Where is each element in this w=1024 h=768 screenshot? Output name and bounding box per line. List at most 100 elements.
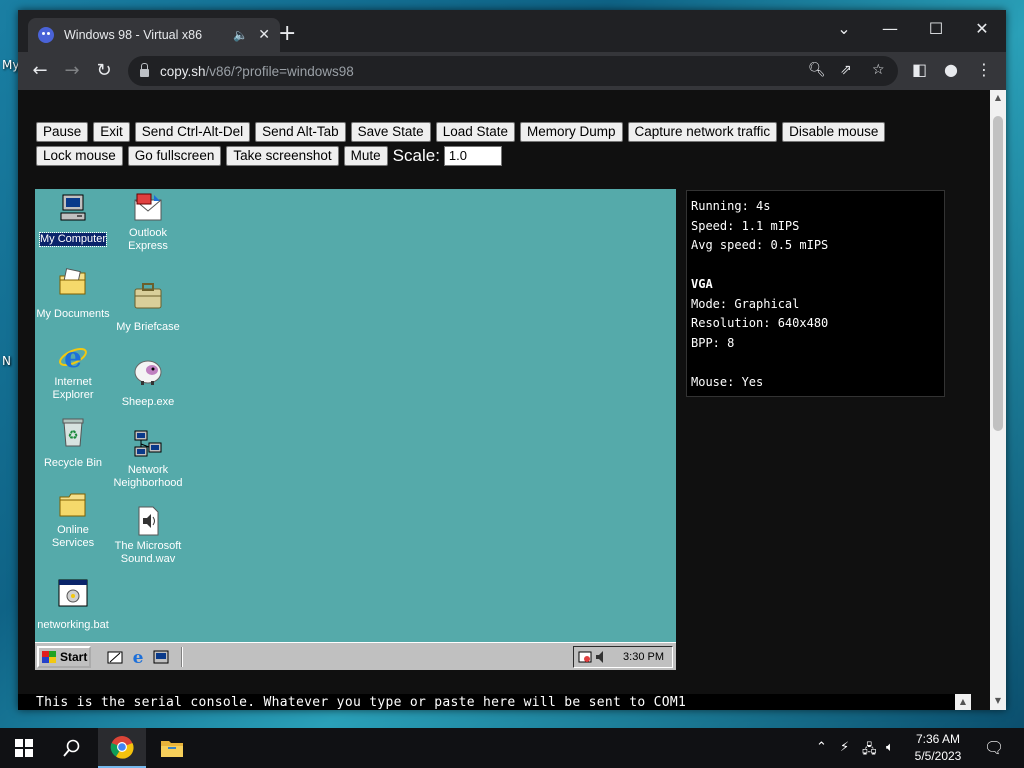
forward-arrow-icon[interactable]: → [58,58,86,84]
search-button[interactable] [48,728,96,768]
tab-title: Windows 98 - Virtual x86 [64,28,203,42]
taskbar-chrome[interactable] [98,728,146,768]
desktop-quicklaunch-icon[interactable] [106,648,124,666]
desktop-icon-internet-explorer[interactable]: e Internet Explorer [35,341,111,402]
menu-icon[interactable]: ⋮ [976,60,992,79]
stat-speed: Speed: 1.1 mIPS [691,218,800,233]
chevron-up-icon[interactable]: ⌃ [816,740,827,755]
system-tray: 3:30 PM [573,646,673,668]
volume-icon[interactable] [594,650,608,664]
os-clock[interactable]: 7:36 AM 5/5/2023 [908,731,968,765]
volume-icon[interactable]: 🔈︎ [886,740,894,755]
lock-icon[interactable] [140,63,149,77]
desktop-icon-outlook-express[interactable]: Outlook Express [110,192,186,253]
desktop-icon-label: Online Services [51,524,95,549]
pause-button[interactable]: Pause [36,121,89,142]
star-icon[interactable]: ☆ [872,62,885,78]
mute-button[interactable]: Mute [343,145,388,166]
serial-console[interactable]: This is the serial console. Whatever you… [18,694,970,710]
take-screenshot-button[interactable]: Take screenshot [226,145,339,166]
v86-favicon-icon [38,27,54,43]
load-state-button[interactable]: Load State [435,121,515,142]
reload-icon[interactable]: ↻ [90,58,118,84]
stat-vga-heading: VGA [691,277,713,291]
exit-button[interactable]: Exit [93,121,130,142]
capture-network-traffic-button[interactable]: Capture network traffic [627,121,778,142]
network-icon[interactable]: ⚡︎ [840,740,849,755]
scale-label: Scale: [392,145,440,165]
batch-file-icon [57,578,89,610]
emulator-stats-panel: Running: 4s Speed: 1.1 mIPS Avg speed: 0… [686,190,945,397]
scale-input[interactable] [443,145,502,166]
send-alt-tab-button[interactable]: Send Alt-Tab [255,121,346,142]
computer-icon [57,192,89,224]
os-taskbar: ⌃ ⚡︎ 🖧︎ 🔈︎ 7:36 AM 5/5/2023 🗨︎ [0,728,1024,768]
speaker-icon[interactable]: 🔈 [233,28,248,42]
address-bar[interactable]: copy.sh/v86/?profile=windows98 🔍︎ ⇗ ☆ [128,56,898,86]
url-host: copy.sh [160,63,206,79]
desktop-icon-label: Outlook Express [128,227,168,252]
start-label: Start [60,650,88,664]
notifications-icon[interactable]: 🗨︎ [984,738,1004,757]
desktop-icon-sheep-exe[interactable]: Sheep.exe [110,355,186,409]
go-fullscreen-button[interactable]: Go fullscreen [127,145,222,166]
url-path: /v86/?profile=windows98 [205,63,354,79]
page-scrollbar[interactable]: ▲ ▼ [990,90,1006,710]
lock-mouse-button[interactable]: Lock mouse [36,145,123,166]
desktop-icon-online-services[interactable]: Online Services [35,489,111,550]
stat-mode: Mode: Graphical [691,296,800,311]
ethernet-icon[interactable]: 🖧︎ [862,740,877,762]
search-icon[interactable]: 🔍︎ [808,62,826,78]
chevron-down-icon[interactable]: ⌄ [824,14,864,44]
close-icon[interactable]: ✕ [258,27,270,43]
send-ctrl-alt-del-button[interactable]: Send Ctrl-Alt-Del [134,121,251,142]
ie-quicklaunch-icon[interactable]: e [129,648,147,666]
emulator-screen[interactable]: My Computer My Documents e Internet Expl… [35,189,676,670]
channels-quicklaunch-icon[interactable] [152,648,170,666]
taskbar-separator [181,647,183,667]
stat-running: Running: 4s [691,199,771,213]
desktop-icon-networking-bat[interactable]: networking.bat [35,578,111,632]
clock-date: 5/5/2023 [914,749,962,763]
scheduler-icon[interactable] [578,650,592,664]
svg-text:♻: ♻ [68,428,79,442]
minimize-icon[interactable]: — [870,14,910,44]
serial-scroll-up-icon[interactable]: ▲ [955,694,971,710]
scroll-up-icon[interactable]: ▲ [993,93,1003,103]
maximize-icon[interactable]: ☐ [916,14,956,44]
folder-icon [161,741,183,757]
desktop-icon-label: My Computer [38,232,108,247]
window-close-icon[interactable]: ✕ [962,14,1002,44]
windows-logo-icon [42,651,56,663]
taskbar-file-explorer[interactable] [148,728,196,768]
scroll-down-icon[interactable]: ▼ [993,696,1003,706]
stat-mouse: Mouse: Yes [691,374,764,389]
stat-avg-speed: Avg speed: 0.5 mIPS [691,238,829,252]
sound-file-icon [132,505,164,537]
profile-icon[interactable]: ● [944,60,958,79]
disable-mouse-button[interactable]: Disable mouse [782,121,886,142]
plus-icon[interactable]: + [278,23,296,45]
desktop-icon-my-briefcase[interactable]: My Briefcase [110,280,186,334]
desktop-icon-network-neighborhood[interactable]: Network Neighborhood [110,429,186,490]
controls-row-1: Pause Exit Send Ctrl-Alt-Del Send Alt-Tab Sa… [36,121,936,142]
desktop-icon-label: Internet Explorer [52,376,94,401]
side-panel-icon[interactable]: ◧ [912,60,927,79]
win98-clock[interactable]: 3:30 PM [623,651,664,663]
start-button[interactable]: Start [37,646,91,668]
host-desktop-icon-label[interactable]: N [2,354,11,368]
desktop-icon-microsoft-sound[interactable]: The Microsoft Sound.wav [110,505,186,566]
desktop-icon-my-documents[interactable]: My Documents [35,267,111,321]
mail-icon [132,192,164,224]
save-state-button[interactable]: Save State [350,121,431,142]
sheep-icon [132,355,164,387]
scrollbar-thumb[interactable] [993,116,1003,431]
memory-dump-button[interactable]: Memory Dump [520,121,623,142]
back-arrow-icon[interactable]: ← [26,58,54,84]
browser-tab[interactable]: Windows 98 - Virtual x86 🔈 ✕ [28,18,280,52]
desktop-icon-my-computer[interactable]: My Computer [35,192,111,247]
desktop-icon-recycle-bin[interactable]: ♻ Recycle Bin [35,416,111,470]
start-menu-button[interactable] [0,728,48,768]
host-desktop-icon-label[interactable]: My [2,58,19,72]
share-icon[interactable]: ⇗ [840,62,852,78]
